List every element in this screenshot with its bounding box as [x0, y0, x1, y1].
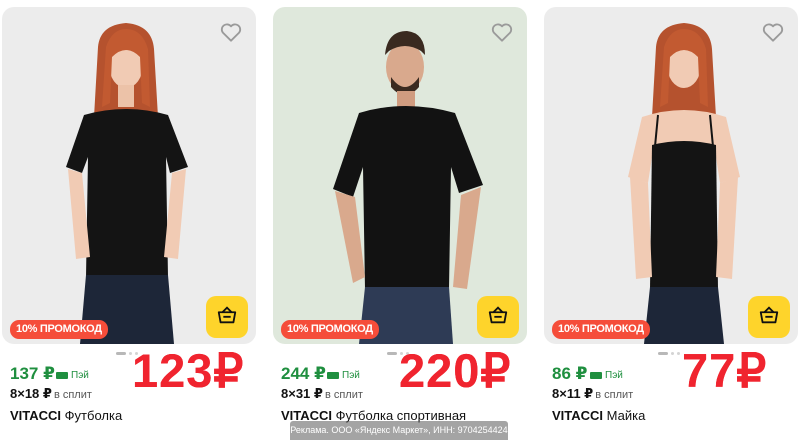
- big-price-overlay: 220₽: [399, 344, 512, 397]
- pay-label: Пэй: [71, 370, 89, 381]
- add-to-cart-button[interactable]: [206, 296, 248, 338]
- basket-icon: [487, 304, 509, 331]
- ad-disclaimer: Реклама. ООО «Яндекс Маркет», ИНН: 97042…: [290, 421, 508, 440]
- basket-icon: [216, 304, 238, 331]
- card-icon: [590, 372, 602, 379]
- promo-badge: 10% ПРОМОКОД: [552, 320, 650, 339]
- model-woman-tshirt-illustration: [66, 23, 188, 344]
- product-card[interactable]: 10% ПРОМОКОД 86 ₽ Пэй 8×11 ₽ в сплит VITA…: [542, 0, 800, 440]
- model-woman-tanktop-illustration: [628, 23, 740, 344]
- pay-badge: Пэй: [327, 370, 360, 381]
- heart-icon[interactable]: [760, 19, 786, 45]
- promo-badge: 10% ПРОМОКОД: [10, 320, 108, 339]
- pay-label: Пэй: [605, 370, 623, 381]
- product-image[interactable]: [273, 7, 527, 344]
- pay-badge: Пэй: [56, 370, 89, 381]
- product-image[interactable]: [2, 7, 256, 344]
- model-man-tshirt-illustration: [333, 31, 483, 344]
- heart-icon[interactable]: [489, 19, 515, 45]
- product-title[interactable]: VITACCI Майка: [552, 408, 645, 423]
- split-installments: 8×31 ₽ в сплит: [281, 386, 363, 401]
- product-title[interactable]: VITACCI Футболка: [10, 408, 122, 423]
- price: 137 ₽: [10, 364, 55, 383]
- promo-badge: 10% ПРОМОКОД: [281, 320, 379, 339]
- price: 244 ₽: [281, 364, 326, 383]
- basket-icon: [758, 304, 780, 331]
- pay-label: Пэй: [342, 370, 360, 381]
- heart-icon[interactable]: [218, 19, 244, 45]
- split-installments: 8×18 ₽ в сплит: [10, 386, 92, 401]
- add-to-cart-button[interactable]: [748, 296, 790, 338]
- card-icon: [327, 372, 339, 379]
- big-price-overlay: 123₽: [132, 344, 245, 397]
- price: 86 ₽: [552, 364, 588, 383]
- image-pager-dots: [658, 352, 680, 355]
- big-price-overlay: 77₽: [682, 344, 768, 397]
- add-to-cart-button[interactable]: [477, 296, 519, 338]
- product-card[interactable]: 10% ПРОМОКОД 244 ₽ Пэй 8×31 ₽ в сплит VIT…: [271, 0, 529, 440]
- card-icon: [56, 372, 68, 379]
- product-image[interactable]: [544, 7, 798, 344]
- pay-badge: Пэй: [590, 370, 623, 381]
- split-installments: 8×11 ₽ в сплит: [552, 386, 634, 401]
- product-card[interactable]: 10% ПРОМОКОД 137 ₽ Пэй 8×18 ₽ в сплит VIT…: [0, 0, 258, 440]
